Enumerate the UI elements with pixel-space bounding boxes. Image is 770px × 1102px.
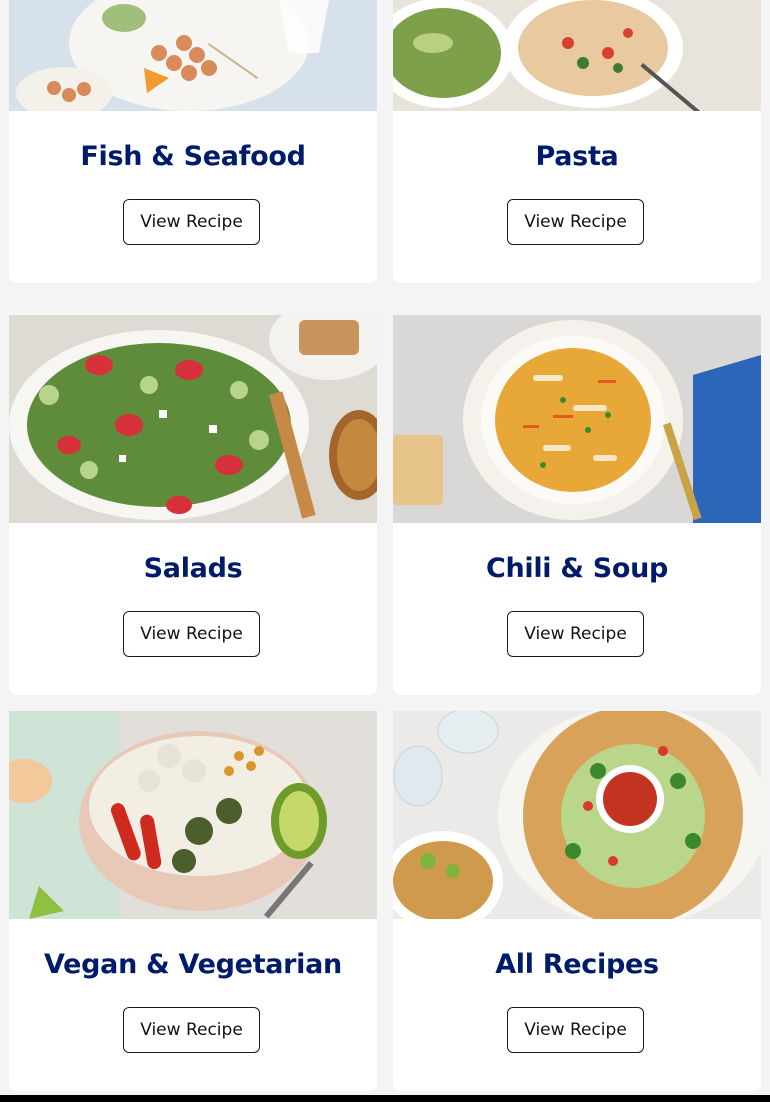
category-card-vegan-vegetarian[interactable]: Vegan & Vegetarian View Recipe <box>9 711 377 1091</box>
pasta-image[interactable] <box>393 0 761 111</box>
vegan-vegetarian-image[interactable] <box>9 711 377 919</box>
chili-soup-image[interactable] <box>393 315 761 523</box>
view-recipe-button[interactable]: View Recipe <box>123 199 260 245</box>
category-card-all-recipes[interactable]: All Recipes View Recipe <box>393 711 761 1091</box>
category-card-chili-soup[interactable]: Chili & Soup View Recipe <box>393 315 761 695</box>
category-card-fish-seafood[interactable]: Fish & Seafood View Recipe <box>9 0 377 283</box>
card-title: Pasta <box>535 141 619 172</box>
card-title: Salads <box>143 553 243 584</box>
all-recipes-image[interactable] <box>393 711 761 919</box>
view-recipe-button[interactable]: View Recipe <box>123 1007 260 1053</box>
view-recipe-button[interactable]: View Recipe <box>507 1007 644 1053</box>
fish-seafood-image[interactable] <box>9 0 377 111</box>
bottom-bar <box>0 1095 770 1102</box>
card-title: Chili & Soup <box>485 553 669 584</box>
category-card-salads[interactable]: Salads View Recipe <box>9 315 377 695</box>
card-title: Vegan & Vegetarian <box>44 949 342 980</box>
view-recipe-button[interactable]: View Recipe <box>123 611 260 657</box>
card-title: All Recipes <box>495 949 659 980</box>
view-recipe-button[interactable]: View Recipe <box>507 611 644 657</box>
view-recipe-button[interactable]: View Recipe <box>507 199 644 245</box>
category-card-pasta[interactable]: Pasta View Recipe <box>393 0 761 283</box>
recipe-category-grid: Fish & Seafood View Recipe Pasta View Re… <box>0 0 770 1102</box>
card-title: Fish & Seafood <box>80 141 306 172</box>
salads-image[interactable] <box>9 315 377 523</box>
